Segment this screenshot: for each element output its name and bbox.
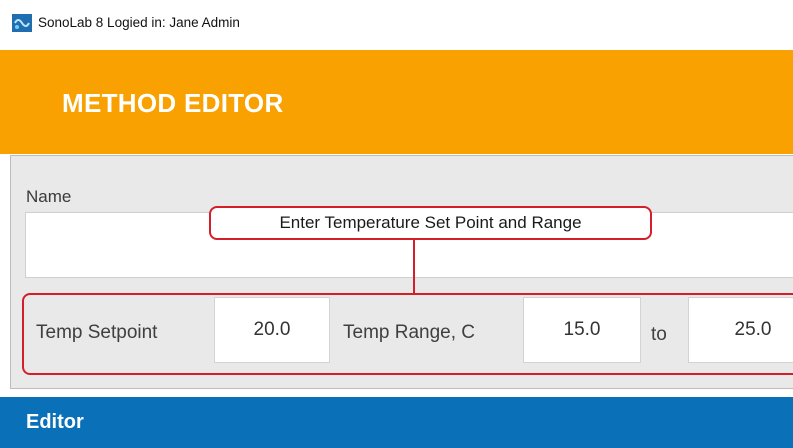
- temp-range-high-input[interactable]: 25.0: [688, 297, 793, 363]
- callout-annotation: Enter Temperature Set Point and Range: [209, 206, 652, 240]
- window-title: SonoLab 8 Logied in: Jane Admin: [38, 15, 240, 30]
- title-bar: SonoLab 8 Logied in: Jane Admin: [0, 0, 793, 50]
- temp-range-low-value: 15.0: [563, 319, 601, 340]
- temp-setpoint-value: 20.0: [253, 319, 291, 340]
- to-label: to: [651, 324, 667, 345]
- name-label: Name: [26, 187, 72, 206]
- temp-setpoint-label: Temp Setpoint: [36, 322, 158, 343]
- sonolab-app-icon: [12, 14, 32, 32]
- method-editor-header: METHOD EDITOR: [0, 50, 793, 154]
- callout-connector-line: [413, 240, 415, 294]
- temp-range-low-input[interactable]: 15.0: [523, 297, 641, 363]
- editor-title: Editor: [26, 411, 84, 433]
- temp-range-label: Temp Range, C: [343, 322, 476, 343]
- temp-setpoint-input[interactable]: 20.0: [214, 297, 330, 363]
- editor-section-header: Editor: [0, 397, 793, 448]
- page-title: METHOD EDITOR: [62, 88, 284, 118]
- temp-range-high-value: 25.0: [734, 319, 772, 340]
